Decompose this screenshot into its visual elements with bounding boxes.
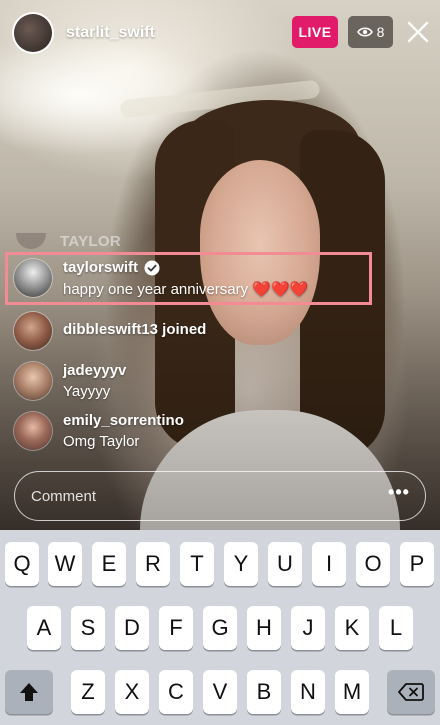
comment-item[interactable]: jadeyyyv Yayyyy (14, 362, 126, 400)
key-r[interactable]: R (136, 542, 170, 586)
avatar[interactable] (14, 362, 52, 400)
key-l[interactable]: L (379, 606, 413, 650)
backspace-key[interactable] (387, 670, 435, 714)
faded-comment: TAYLOR (16, 230, 121, 252)
key-a[interactable]: A (27, 606, 61, 650)
username-text: taylorswift (63, 259, 139, 276)
avatar[interactable] (14, 412, 52, 450)
faded-comment-name: TAYLOR (60, 232, 121, 250)
key-q[interactable]: Q (5, 542, 39, 586)
more-dots-icon: ••• (388, 482, 410, 502)
comment-text: happy one year anniversary ❤️❤️❤️ (63, 281, 309, 298)
key-v[interactable]: V (203, 670, 237, 714)
comment-joined: dibbleswift13 joined (14, 312, 206, 350)
key-u[interactable]: U (268, 542, 302, 586)
comment-username[interactable]: emily_sorrentino (63, 412, 184, 429)
key-j[interactable]: J (291, 606, 325, 650)
onscreen-keyboard: Q W E R T Y U I O P A S D F G H J K L Z … (0, 530, 440, 725)
joined-text: dibbleswift13 joined (63, 321, 207, 338)
key-g[interactable]: G (203, 606, 237, 650)
key-n[interactable]: N (291, 670, 325, 714)
key-e[interactable]: E (92, 542, 126, 586)
close-icon (407, 21, 429, 43)
key-f[interactable]: F (159, 606, 193, 650)
eye-icon (356, 27, 373, 37)
avatar[interactable] (14, 259, 52, 297)
shift-icon (20, 683, 38, 701)
key-o[interactable]: O (356, 542, 390, 586)
faded-avatar (16, 233, 46, 249)
viewer-count: 8 (376, 24, 385, 40)
comment-username[interactable]: jadeyyyv (63, 362, 126, 379)
comment-input[interactable] (29, 472, 373, 521)
key-c[interactable]: C (159, 670, 193, 714)
comment-input-box[interactable]: ••• (14, 471, 426, 521)
key-p[interactable]: P (400, 542, 434, 586)
more-options-button[interactable]: ••• (387, 483, 411, 506)
comment-username[interactable]: taylorswift (63, 259, 308, 276)
live-badge: LIVE (292, 16, 338, 48)
key-k[interactable]: K (335, 606, 369, 650)
key-w[interactable]: W (48, 542, 82, 586)
close-button[interactable] (404, 18, 432, 46)
comment-item[interactable]: emily_sorrentino Omg Taylor (14, 412, 184, 450)
comment-text: Yayyyy (63, 383, 111, 400)
key-i[interactable]: I (312, 542, 346, 586)
key-s[interactable]: S (71, 606, 105, 650)
key-y[interactable]: Y (224, 542, 258, 586)
shift-key[interactable] (5, 670, 53, 714)
verified-badge-icon (144, 260, 160, 275)
backspace-icon (398, 683, 424, 701)
key-d[interactable]: D (115, 606, 149, 650)
key-z[interactable]: Z (71, 670, 105, 714)
key-h[interactable]: H (247, 606, 281, 650)
host-avatar[interactable] (14, 14, 52, 52)
comment-taylorswift[interactable]: taylorswift happy one year anniversary ❤… (14, 259, 308, 298)
key-x[interactable]: X (115, 670, 149, 714)
comment-text: Omg Taylor (63, 433, 140, 450)
key-t[interactable]: T (180, 542, 214, 586)
live-header: starlit_swift LIVE 8 (0, 0, 440, 70)
viewer-count-badge[interactable]: 8 (348, 16, 393, 48)
avatar[interactable] (14, 312, 52, 350)
key-m[interactable]: M (335, 670, 369, 714)
key-b[interactable]: B (247, 670, 281, 714)
host-username[interactable]: starlit_swift (66, 24, 155, 42)
